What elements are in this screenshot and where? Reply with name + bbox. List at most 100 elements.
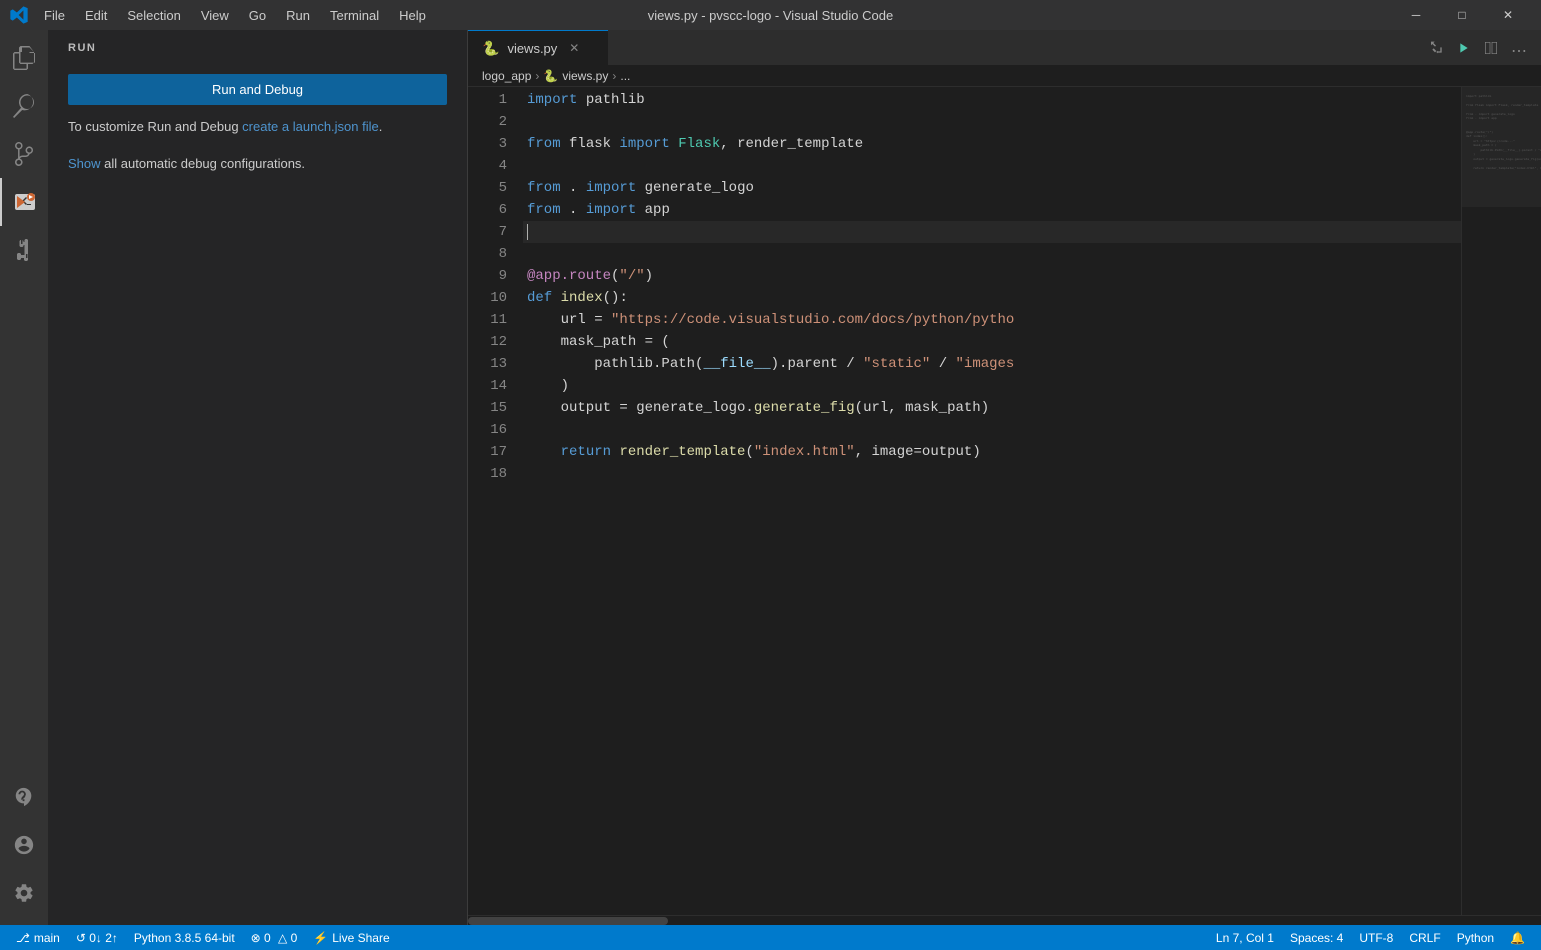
breadcrumb-views-py[interactable]: views.py: [562, 69, 608, 83]
code-line-14: ): [523, 375, 1461, 397]
code-line-13: pathlib.Path(__file__).parent / "static"…: [523, 353, 1461, 375]
run-debug-icon[interactable]: [0, 178, 48, 226]
status-live-share[interactable]: ⚡ Live Share: [305, 925, 397, 950]
tab-views-py[interactable]: 🐍 views.py ✕: [468, 30, 608, 65]
title-bar: File Edit Selection View Go Run Terminal…: [0, 0, 1541, 30]
breadcrumb-ellipsis[interactable]: ...: [620, 69, 630, 83]
minimize-button[interactable]: ─: [1393, 0, 1439, 30]
code-line-8: [523, 243, 1461, 265]
python-file-icon: 🐍: [482, 40, 499, 57]
sidebar-desc-text1: To customize Run and Debug: [68, 119, 242, 134]
status-notifications[interactable]: 🔔: [1502, 925, 1533, 950]
title-bar-left: File Edit Selection View Go Run Terminal…: [10, 6, 434, 25]
git-branch-icon: ⎇: [16, 931, 30, 945]
close-button[interactable]: ✕: [1485, 0, 1531, 30]
code-line-18: [523, 463, 1461, 485]
minimap[interactable]: import pathlib from flask import Flask, …: [1461, 87, 1541, 915]
sidebar-title: RUN: [68, 42, 447, 54]
status-branch[interactable]: ⎇ main: [8, 925, 68, 950]
menu-terminal[interactable]: Terminal: [322, 6, 387, 25]
code-line-9: @app.route("/"): [523, 265, 1461, 287]
status-python-version[interactable]: Python 3.8.5 64-bit: [126, 925, 243, 950]
encoding-text: UTF-8: [1359, 931, 1393, 945]
live-share-text: Live Share: [332, 931, 389, 945]
code-line-7: [523, 221, 1461, 243]
open-changes-icon[interactable]: [1423, 36, 1447, 65]
run-debug-button[interactable]: Run and Debug: [68, 74, 447, 105]
account-icon[interactable]: [0, 821, 48, 869]
title-text: views.py - pvscc-logo - Visual Studio Co…: [648, 8, 893, 23]
split-editor-icon[interactable]: [1479, 36, 1503, 65]
sync-icon: ↺ 0↓ 2↑: [76, 931, 118, 945]
line-numbers: 1 2 3 4 5 6 7 8 9 10 11 12 13 14 15 16 1…: [468, 87, 523, 915]
source-control-icon[interactable]: [0, 130, 48, 178]
status-language[interactable]: Python: [1449, 925, 1502, 950]
sidebar-desc-text3: all automatic debug configurations.: [101, 156, 306, 171]
scrollbar-thumb[interactable]: [468, 917, 668, 925]
show-debug-configs-link[interactable]: Show: [68, 156, 101, 171]
menu-help[interactable]: Help: [391, 6, 434, 25]
code-line-10: def index():: [523, 287, 1461, 309]
more-actions-icon[interactable]: ⋯: [1507, 37, 1531, 65]
tab-close-button[interactable]: ✕: [565, 39, 583, 57]
status-sync[interactable]: ↺ 0↓ 2↑: [68, 925, 126, 950]
explorer-icon[interactable]: [0, 34, 48, 82]
code-editor[interactable]: 1 2 3 4 5 6 7 8 9 10 11 12 13 14 15 16 1…: [468, 87, 1541, 915]
code-line-3: from flask import Flask, render_template: [523, 133, 1461, 155]
editor-area: 🐍 views.py ✕: [468, 30, 1541, 925]
code-content[interactable]: import pathlib from flask import Flask, …: [523, 87, 1461, 915]
run-file-icon[interactable]: [1451, 36, 1475, 65]
sidebar-description: To customize Run and Debug create a laun…: [48, 117, 467, 138]
code-line-4: [523, 155, 1461, 177]
status-line-ending[interactable]: CRLF: [1401, 925, 1448, 950]
breadcrumb-sep1: ›: [535, 69, 539, 83]
settings-icon[interactable]: [0, 869, 48, 917]
code-line-11: url = "https://code.visualstudio.com/doc…: [523, 309, 1461, 331]
status-errors[interactable]: ⊗ 0 △ 0: [243, 925, 306, 950]
errors-text: ⊗ 0: [251, 931, 271, 945]
code-line-17: return render_template("index.html", ima…: [523, 441, 1461, 463]
vscode-logo-icon: [10, 6, 28, 24]
activity-bar: [0, 30, 48, 925]
menu-view[interactable]: View: [193, 6, 237, 25]
code-line-6: from . import app: [523, 199, 1461, 221]
status-branch-name: main: [34, 931, 60, 945]
search-icon[interactable]: [0, 82, 48, 130]
menu-run[interactable]: Run: [278, 6, 318, 25]
horizontal-scrollbar[interactable]: [468, 915, 1541, 925]
main-area: RUN Run and Debug To customize Run and D…: [0, 30, 1541, 925]
status-cursor-position[interactable]: Ln 7, Col 1: [1208, 925, 1282, 950]
breadcrumb: logo_app › 🐍 views.py › ...: [468, 65, 1541, 87]
sidebar-header: RUN: [48, 30, 467, 62]
maximize-button[interactable]: □: [1439, 0, 1485, 30]
extensions-icon[interactable]: [0, 226, 48, 274]
menu-bar: File Edit Selection View Go Run Terminal…: [36, 6, 434, 25]
minimap-viewport: [1462, 87, 1541, 207]
breadcrumb-logo-app[interactable]: logo_app: [482, 69, 531, 83]
menu-go[interactable]: Go: [241, 6, 274, 25]
window-controls: ─ □ ✕: [1393, 0, 1531, 30]
code-line-1: import pathlib: [523, 89, 1461, 111]
line-ending-text: CRLF: [1409, 931, 1440, 945]
breadcrumb-sep2: ›: [612, 69, 616, 83]
spaces-text: Spaces: 4: [1290, 931, 1343, 945]
menu-edit[interactable]: Edit: [77, 6, 115, 25]
remote-icon[interactable]: [0, 773, 48, 821]
language-text: Python: [1457, 931, 1494, 945]
sidebar-panel: RUN Run and Debug To customize Run and D…: [48, 30, 468, 925]
status-encoding[interactable]: UTF-8: [1351, 925, 1401, 950]
status-spaces[interactable]: Spaces: 4: [1282, 925, 1351, 950]
tabs-bar: 🐍 views.py ✕: [468, 30, 1541, 65]
sidebar-desc-text2: .: [379, 119, 383, 134]
menu-file[interactable]: File: [36, 6, 73, 25]
warnings-text: △ 0: [275, 931, 298, 945]
status-bar: ⎇ main ↺ 0↓ 2↑ Python 3.8.5 64-bit ⊗ 0 △…: [0, 925, 1541, 950]
code-line-12: mask_path = (: [523, 331, 1461, 353]
live-share-icon: ⚡: [313, 931, 328, 945]
breadcrumb-python-icon: 🐍: [543, 69, 558, 83]
code-line-2: [523, 111, 1461, 133]
create-launch-json-link[interactable]: create a launch.json file: [242, 119, 379, 134]
menu-selection[interactable]: Selection: [119, 6, 188, 25]
cursor-position-text: Ln 7, Col 1: [1216, 931, 1274, 945]
code-line-15: output = generate_logo.generate_fig(url,…: [523, 397, 1461, 419]
